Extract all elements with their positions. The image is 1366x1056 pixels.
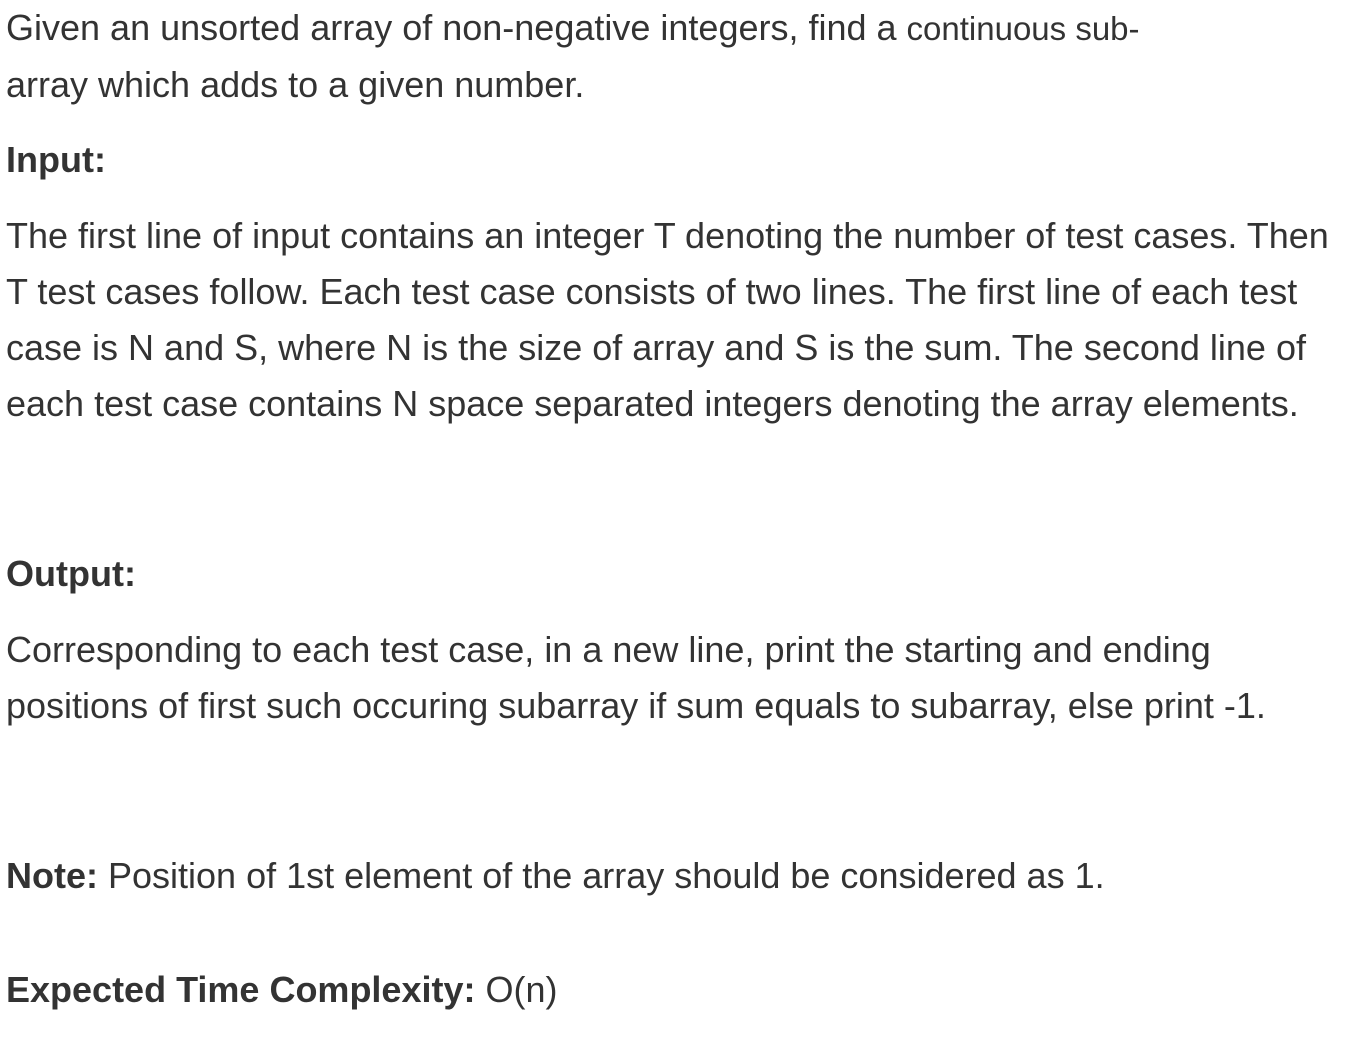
complexity-label: Expected Time Complexity: — [6, 969, 476, 1010]
intro-paragraph: Given an unsorted array of non-negative … — [6, 0, 1306, 113]
note-label: Note: — [6, 855, 98, 896]
input-heading: Input: — [6, 139, 106, 180]
complexity-value: O(n) — [475, 969, 558, 1010]
intro-text-part2: continuous sub- — [906, 10, 1140, 47]
intro-text-part3: array which adds to a given number. — [6, 64, 585, 105]
input-description: The first line of input contains an inte… — [6, 215, 1329, 424]
output-heading: Output: — [6, 553, 136, 594]
note-text: Position of 1st element of the array sho… — [98, 855, 1105, 896]
output-description: Corresponding to each test case, in a ne… — [6, 629, 1266, 726]
note-paragraph: Note: Position of 1st element of the arr… — [6, 848, 1336, 904]
complexity-paragraph: Expected Time Complexity: O(n) — [6, 962, 1336, 1018]
intro-text-part1: Given an unsorted array of non-negative … — [6, 7, 907, 48]
